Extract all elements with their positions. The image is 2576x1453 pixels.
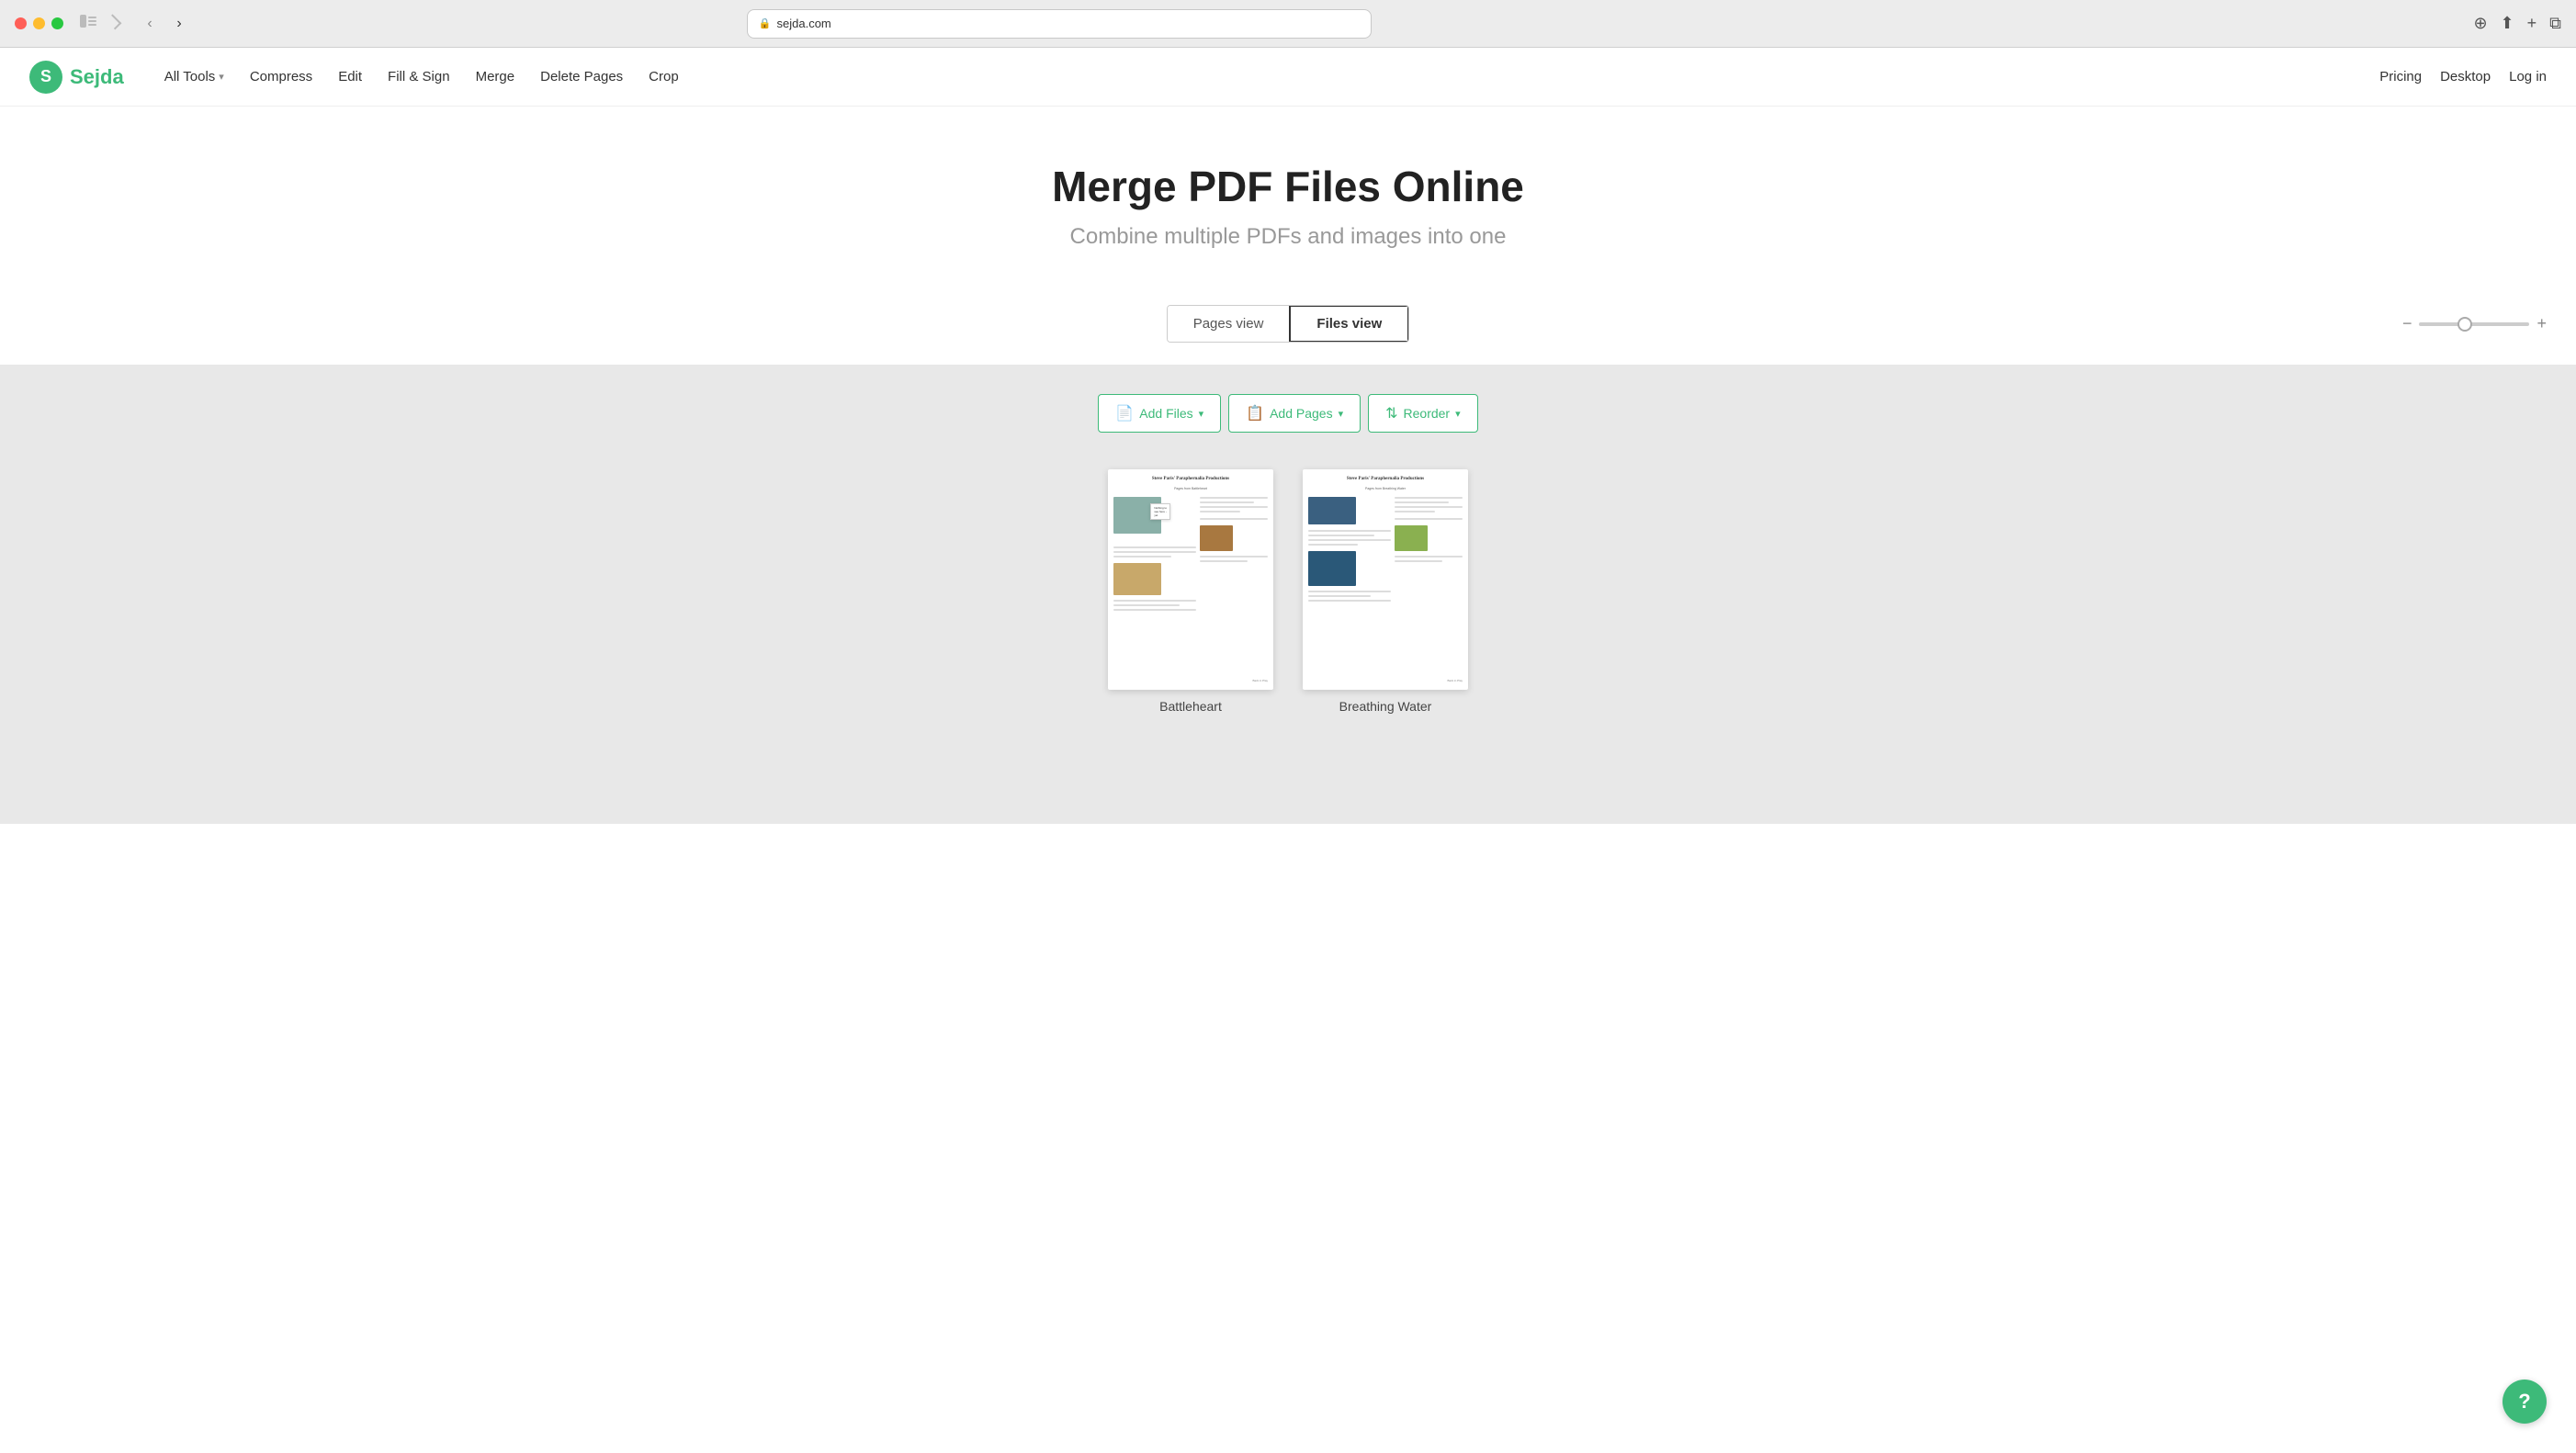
zoom-slider[interactable] [2419, 322, 2529, 326]
help-button[interactable]: ? [2503, 1380, 2547, 1424]
lock-icon: 🔒 [759, 17, 772, 29]
forward-button[interactable]: › [168, 13, 190, 35]
tabs-icon[interactable]: ⧉ [2549, 14, 2561, 33]
download-icon[interactable]: ⊕ [2473, 14, 2487, 33]
navbar: S Sejda All Tools ▾ Compress Edit Fill &… [0, 48, 2576, 107]
chevron-down-icon: ▾ [1339, 408, 1344, 420]
reorder-icon: ⇅ [1385, 404, 1397, 422]
nav-delete-pages[interactable]: Delete Pages [529, 62, 634, 92]
add-pages-icon: 📋 [1246, 404, 1264, 422]
address-bar[interactable]: 🔒 sejda.com [747, 9, 1372, 39]
zoom-in-button[interactable]: + [2536, 314, 2547, 333]
sidebar-toggle[interactable] [80, 15, 96, 32]
pdf-card-battleheart: Steve Paris' Paraphernalia Productions P… [1108, 469, 1273, 714]
nav-all-tools[interactable]: All Tools ▾ [153, 62, 235, 92]
traffic-lights [15, 17, 63, 29]
share-icon[interactable]: ⬆ [2501, 14, 2514, 33]
toolbar: 📄 Add Files ▾ 📋 Add Pages ▾ ⇅ Reorder ▾ [0, 394, 2576, 433]
chevron-icon [106, 14, 121, 29]
nav-desktop[interactable]: Desktop [2440, 69, 2491, 84]
logo-icon: S [29, 61, 62, 94]
nav-crop[interactable]: Crop [638, 62, 690, 92]
chevron-down-icon: ▾ [1455, 408, 1461, 420]
nav-edit[interactable]: Edit [327, 62, 373, 92]
nav-pricing[interactable]: Pricing [2379, 69, 2422, 84]
hero-title: Merge PDF Files Online [18, 162, 2558, 211]
close-button[interactable] [15, 17, 27, 29]
pdf-grid: Steve Paris' Paraphernalia Productions P… [0, 469, 2576, 714]
pdf-card-label-breathing-water: Breathing Water [1339, 699, 1432, 714]
url-text: sejda.com [777, 17, 831, 30]
zoom-controls: − + [2402, 314, 2547, 333]
hero-section: Merge PDF Files Online Combine multiple … [0, 107, 2576, 287]
main-content: 📄 Add Files ▾ 📋 Add Pages ▾ ⇅ Reorder ▾ … [0, 365, 2576, 824]
minimize-button[interactable] [33, 17, 45, 29]
chevron-down-icon: ▾ [1199, 408, 1204, 420]
browser-actions: ⊕ ⬆ + ⧉ [2473, 14, 2561, 33]
pdf-thumbnail-battleheart[interactable]: Steve Paris' Paraphernalia Productions P… [1108, 469, 1273, 690]
chevron-down-icon: ▾ [219, 71, 224, 83]
pdf-card-breathing-water: Steve Paris' Paraphernalia Productions P… [1303, 469, 1468, 714]
zoom-out-button[interactable]: − [2402, 314, 2412, 333]
logo[interactable]: S Sejda [29, 61, 124, 94]
nav-links: All Tools ▾ Compress Edit Fill & Sign Me… [153, 62, 2380, 92]
reorder-button[interactable]: ⇅ Reorder ▾ [1368, 394, 1478, 433]
add-files-button[interactable]: 📄 Add Files ▾ [1098, 394, 1221, 433]
nav-right: Pricing Desktop Log in [2379, 69, 2547, 84]
pages-view-button[interactable]: Pages view [1168, 306, 1291, 342]
pdf-thumbnail-breathing-water[interactable]: Steve Paris' Paraphernalia Productions P… [1303, 469, 1468, 690]
view-toggle: Pages view Files view [1167, 305, 1410, 343]
browser-chrome: ‹ › 🔒 sejda.com ⊕ ⬆ + ⧉ [0, 0, 2576, 48]
pdf-card-label-battleheart: Battleheart [1159, 699, 1222, 714]
nav-compress[interactable]: Compress [239, 62, 323, 92]
maximize-button[interactable] [51, 17, 63, 29]
new-tab-icon[interactable]: + [2527, 14, 2537, 33]
nav-merge[interactable]: Merge [465, 62, 526, 92]
hero-subtitle: Combine multiple PDFs and images into on… [18, 224, 2558, 250]
add-pages-button[interactable]: 📋 Add Pages ▾ [1228, 394, 1361, 433]
nav-fill-sign[interactable]: Fill & Sign [377, 62, 461, 92]
view-toggle-bar: Pages view Files view − + [0, 287, 2576, 365]
files-view-button[interactable]: Files view [1289, 305, 1409, 343]
add-files-icon: 📄 [1115, 404, 1134, 422]
back-button[interactable]: ‹ [139, 13, 161, 35]
browser-nav: ‹ › [139, 13, 190, 35]
nav-login[interactable]: Log in [2509, 69, 2547, 84]
logo-name: Sejda [70, 65, 124, 89]
